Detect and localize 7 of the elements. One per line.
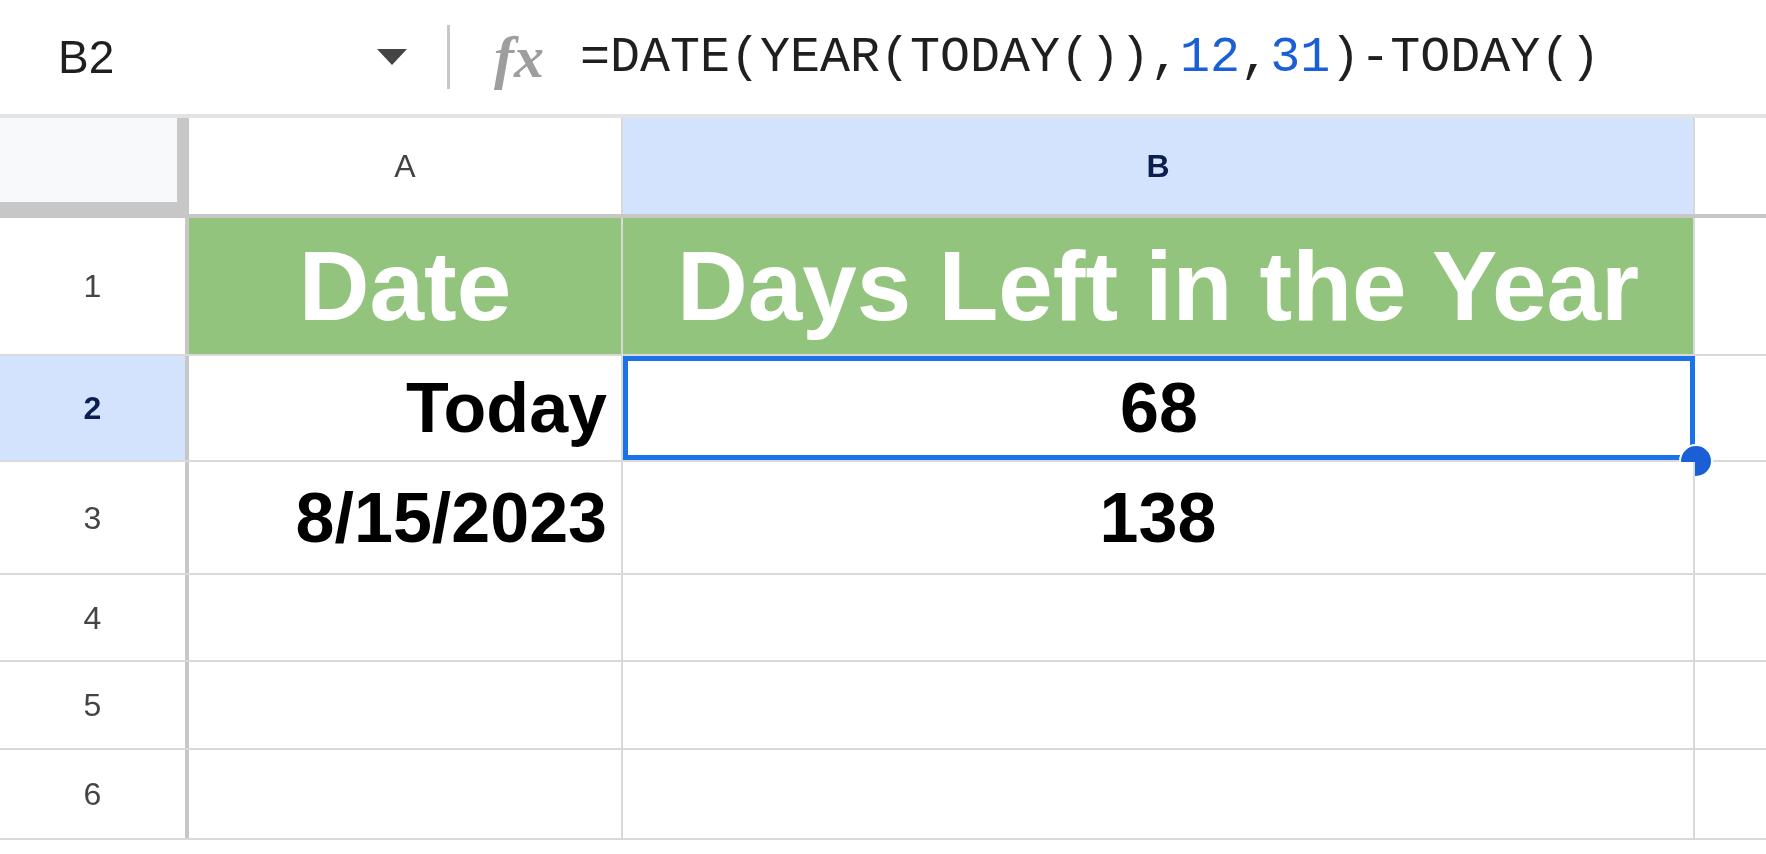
formula-field[interactable]: =DATE(YEAR(TODAY()),12,31)-TODAY(): [580, 19, 1601, 95]
table-cell[interactable]: 68: [623, 356, 1695, 460]
row-header[interactable]: 2: [0, 356, 189, 460]
caret-icon: [377, 49, 407, 65]
formula-icon: fx: [494, 12, 544, 102]
column-header[interactable]: B: [623, 118, 1695, 214]
name-box[interactable]: B2: [0, 0, 447, 114]
